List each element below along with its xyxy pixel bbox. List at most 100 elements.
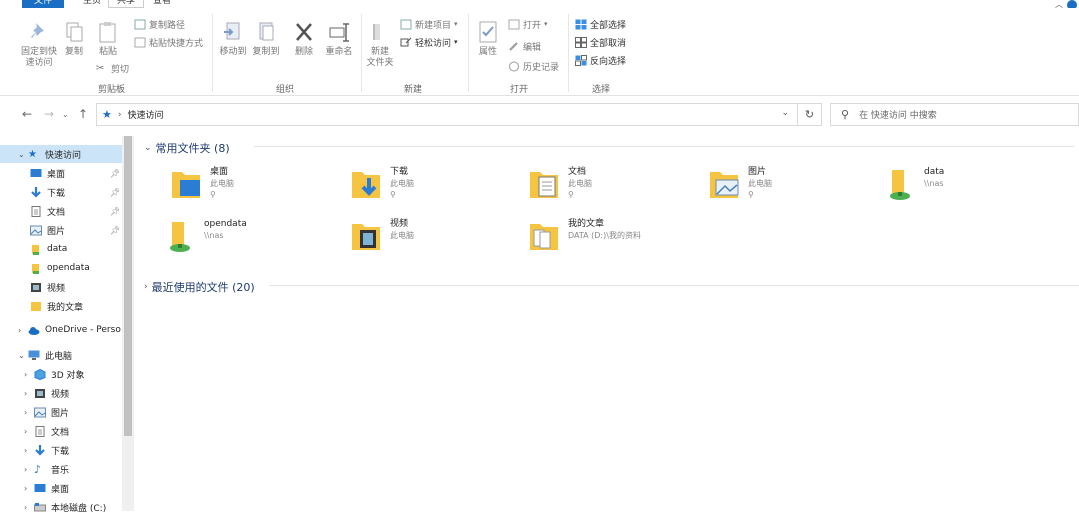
folder-name: 我的文章 <box>568 219 605 229</box>
network-folder-icon <box>890 170 910 200</box>
edit-icon <box>509 41 518 51</box>
folder-tile-documents[interactable]: 文档 此电脑 ⚲ <box>528 166 688 210</box>
pin-icon: 📌︎ <box>110 225 121 235</box>
sidebar-item-documents-pc[interactable]: › 文档 <box>0 422 122 440</box>
expand-chevron-icon[interactable]: › <box>24 370 34 379</box>
new-item-button[interactable]: 新建项目 ▾ <box>400 17 458 31</box>
expand-chevron-icon[interactable]: › <box>24 389 34 398</box>
tab-file[interactable]: 文件 <box>22 0 64 8</box>
tab-share[interactable]: 共享 <box>108 0 145 8</box>
recent-locations-chevron-icon[interactable]: ⌄ <box>62 110 69 119</box>
collapse-chevron-icon[interactable]: ⌄ <box>144 143 152 153</box>
sidebar-item-data[interactable]: data <box>0 240 122 258</box>
search-icon: ⚲ <box>841 108 850 121</box>
section-divider <box>254 146 1074 147</box>
folder-tile-desktop[interactable]: 桌面 此电脑 ⚲ <box>170 166 330 210</box>
frequent-folders-header[interactable]: ⌄ 常用文件夹 (8) <box>144 140 1074 156</box>
tab-home[interactable]: 主页 <box>75 0 109 8</box>
ribbon-separator <box>212 14 213 92</box>
expand-chevron-icon[interactable]: › <box>24 446 34 455</box>
pin-icon: ⚲ <box>210 190 216 199</box>
sidebar-item-pictures[interactable]: 图片 📌︎ <box>0 221 122 239</box>
expand-chevron-icon[interactable]: › <box>24 408 34 417</box>
expand-chevron-icon[interactable]: ⌄ <box>18 150 28 159</box>
expand-chevron-icon[interactable]: › <box>24 427 34 436</box>
move-to-button[interactable]: 移动到 <box>218 20 248 58</box>
copy-to-button[interactable]: 复制到 <box>250 20 282 58</box>
rename-button[interactable]: 重命名 <box>322 20 356 58</box>
scissors-icon: ✂ <box>96 62 105 74</box>
sidebar-item-desktop-pc[interactable]: › 桌面 <box>0 479 122 497</box>
expand-chevron-icon[interactable]: › <box>144 282 148 292</box>
cut-button[interactable]: ✂ 剪切 <box>96 61 129 75</box>
star-icon: ★ <box>28 148 37 160</box>
sidebar-item-onedrive[interactable]: › OneDrive - Perso <box>0 321 122 339</box>
folder-tile-data[interactable]: data \\nas <box>884 166 1044 210</box>
tab-view[interactable]: 查看 <box>145 0 179 8</box>
folder-tile-my-articles[interactable]: 我的文章 DATA (D:)\我的资料 <box>528 218 728 262</box>
back-icon[interactable]: ← <box>22 107 32 121</box>
copy-button[interactable]: 复制 <box>62 20 86 58</box>
sidebar-item-downloads-pc[interactable]: › 下载 <box>0 441 122 459</box>
properties-button[interactable]: 属性 <box>474 20 502 58</box>
address-dropdown-icon[interactable]: ⌄ <box>781 108 789 118</box>
select-none-button[interactable]: 全部取消 <box>575 35 626 49</box>
easy-access-button[interactable]: 轻松访问 ▾ <box>400 35 458 49</box>
folder-location: DATA (D:)\我的资料 <box>568 231 641 240</box>
folder-tile-pictures[interactable]: 图片 此电脑 ⚲ <box>708 166 868 210</box>
folder-tile-downloads[interactable]: 下载 此电脑 ⚲ <box>350 166 510 210</box>
sidebar-item-quick-access[interactable]: ⌄ ★ 快速访问 <box>0 145 122 163</box>
breadcrumb[interactable]: 快速访问 <box>127 108 163 121</box>
new-folder-button[interactable]: 新建 文件夹 <box>364 20 396 69</box>
paste-button[interactable]: 粘贴 <box>94 20 122 58</box>
folder-name: 下载 <box>390 167 409 177</box>
expand-chevron-icon[interactable]: › <box>18 326 28 335</box>
recent-files-header[interactable]: › 最近使用的文件 (20) <box>144 279 1079 295</box>
pin-quick-access-button[interactable]: 固定到快 速访问 <box>18 20 60 69</box>
sidebar-item-opendata[interactable]: opendata <box>0 259 122 277</box>
breadcrumb-separator-icon[interactable]: › <box>118 110 122 120</box>
sidebar-item-downloads[interactable]: 下载 📌︎ <box>0 183 122 201</box>
sidebar-item-videos[interactable]: 视频 <box>0 278 122 296</box>
search-input[interactable]: ⚲ 在 快速访问 中搜索 <box>830 103 1079 126</box>
expand-chevron-icon[interactable]: › <box>24 484 34 493</box>
article-folder-icon <box>530 224 558 250</box>
sidebar-item-3d-objects[interactable]: › 3D 对象 <box>0 365 122 383</box>
expand-chevron-icon[interactable]: › <box>24 503 34 512</box>
sidebar-item-music[interactable]: › ♪ 音乐 <box>0 460 122 478</box>
navigation-pane: ⌄ ★ 快速访问 桌面 📌︎ 下载 📌︎ 文档 📌︎ 图片 📌︎ data op… <box>0 136 134 514</box>
invert-selection-button[interactable]: 反向选择 <box>575 53 626 67</box>
paste-shortcut-button[interactable]: 粘贴快捷方式 <box>134 35 203 49</box>
history-icon <box>509 61 519 71</box>
sidebar-item-this-pc[interactable]: ⌄ 此电脑 <box>0 346 122 364</box>
sidebar-item-videos-pc[interactable]: › 视频 <box>0 384 122 402</box>
select-all-button[interactable]: 全部选择 <box>575 17 626 31</box>
forward-icon[interactable]: → <box>44 107 54 121</box>
delete-button[interactable]: 删除 <box>292 20 316 58</box>
group-clipboard-label: 剪贴板 <box>98 85 126 95</box>
navigation-bar: ← → ⌄ ↑ ★ › 快速访问 ⌄ ↻ ⚲ 在 快速访问 中搜索 <box>0 101 1079 128</box>
sidebar-item-my-articles[interactable]: 我的文章 <box>0 297 122 315</box>
pin-icon: 📌︎ <box>110 187 121 197</box>
sidebar-item-desktop[interactable]: 桌面 📌︎ <box>0 164 122 182</box>
sidebar-item-documents[interactable]: 文档 📌︎ <box>0 202 122 220</box>
sidebar-item-local-disk-c[interactable]: › 本地磁盘 (C:) <box>0 498 122 516</box>
music-icon: ♪ <box>34 462 42 476</box>
expand-chevron-icon[interactable]: ⌄ <box>18 351 28 360</box>
up-icon[interactable]: ↑ <box>78 107 88 121</box>
folder-tile-opendata[interactable]: opendata \\nas <box>164 218 330 262</box>
sidebar-item-pictures-pc[interactable]: › 图片 <box>0 403 122 421</box>
folder-tile-videos[interactable]: 视频 此电脑 <box>350 218 510 262</box>
copy-path-button[interactable]: 复制路径 <box>134 17 185 31</box>
sidebar-scrollbar-thumb[interactable] <box>124 136 132 436</box>
folder-location: 此电脑 <box>390 179 414 188</box>
expand-chevron-icon[interactable]: › <box>24 465 34 474</box>
edit-button[interactable]: 编辑 <box>508 39 541 53</box>
refresh-button[interactable]: ↻ <box>798 103 822 126</box>
address-bar[interactable]: ★ › 快速访问 ⌄ <box>96 103 798 126</box>
folder-icon <box>32 244 39 255</box>
pin-icon: ⚲ <box>568 190 574 199</box>
open-button[interactable]: 打开 ▾ <box>508 17 548 31</box>
group-organize-label: 组织 <box>276 85 295 95</box>
history-button[interactable]: 历史记录 <box>508 59 559 73</box>
